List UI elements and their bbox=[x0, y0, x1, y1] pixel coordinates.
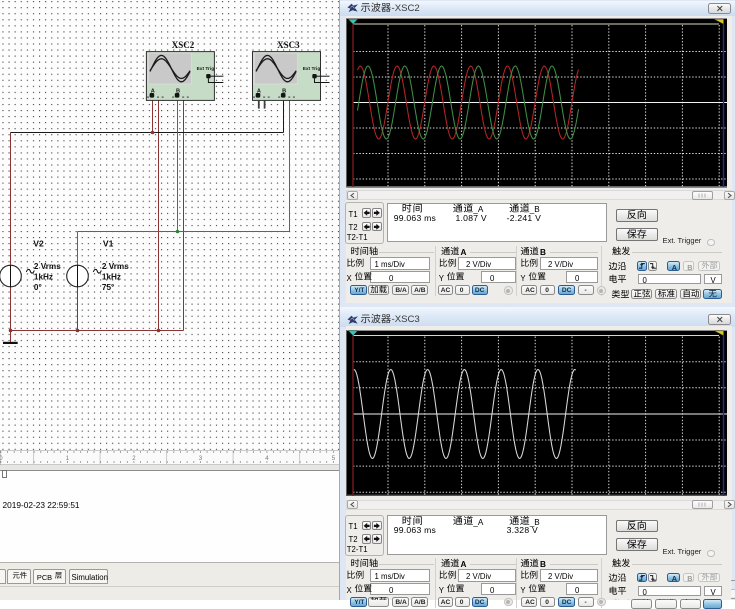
svg-text:Ext Trig: Ext Trig bbox=[303, 66, 321, 72]
svg-text:V2: V2 bbox=[33, 238, 44, 248]
svg-text:0°: 0° bbox=[34, 283, 42, 292]
svg-text:Ext Trig: Ext Trig bbox=[197, 66, 215, 72]
svg-text:75°: 75° bbox=[102, 283, 114, 292]
svg-text:XSC3: XSC3 bbox=[277, 40, 300, 50]
svg-text:V1: V1 bbox=[103, 238, 114, 248]
svg-text:XSC2: XSC2 bbox=[172, 40, 195, 50]
svg-text:2 Vrms: 2 Vrms bbox=[34, 262, 61, 271]
svg-text:2 Vrms: 2 Vrms bbox=[102, 262, 129, 271]
svg-text:1kHz: 1kHz bbox=[102, 273, 121, 282]
svg-text:1kHz: 1kHz bbox=[34, 273, 53, 282]
